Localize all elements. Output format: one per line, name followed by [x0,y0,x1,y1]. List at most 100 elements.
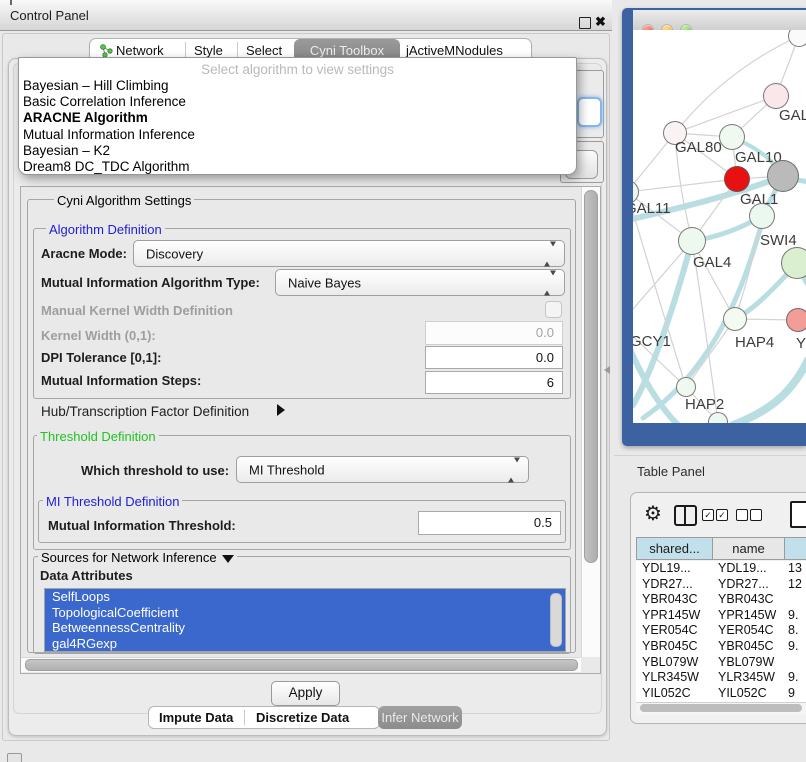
checked-box-icon[interactable]: ✓ [702,509,714,521]
collapse-arrow-icon[interactable] [222,555,234,563]
expand-arrow-icon[interactable] [277,404,285,416]
mi-threshold-field[interactable]: 0.5 [418,511,561,535]
network-node-gal1[interactable] [724,166,750,192]
column-header-shared[interactable]: shared... [636,537,713,560]
table-cell: YLR345W [636,670,712,686]
network-canvas[interactable]: GALGAL80GAL10GAL1GAL11GAL4SWI4GCY1HAP4YH… [633,30,806,423]
combo-arrows-icon [544,246,556,261]
network-node-gal10[interactable] [719,124,745,150]
aracne-mode-label: Aracne Mode: [41,246,127,261]
table-cell: 13 [784,561,806,577]
kernel-width-field[interactable]: 0.0 [425,321,563,345]
algorithm-option[interactable]: Bayesian – Hill Climbing [23,78,572,94]
manual-kernel-checkbox[interactable] [545,301,562,318]
table-body: YDL19...YDL19...13YDR27...YDR27...12YBR0… [636,561,806,702]
table-cell: YER054C [712,623,784,639]
algorithm-option[interactable]: Mutual Information Inference [23,127,572,143]
attribute-item[interactable]: BetweennessCentrality [45,620,565,636]
node-label: GAL11 [633,200,671,217]
hub-definition-label: Hub/Transcription Factor Definition [41,404,249,419]
column-header-name[interactable]: name [712,537,785,560]
tab-discretize-data[interactable]: Discretize Data [256,710,349,725]
minimized-panel-icon[interactable] [7,753,22,762]
table-hscrollbar-thumb[interactable] [640,704,802,712]
list-scrollbar-thumb[interactable] [550,593,562,647]
table-row[interactable]: YDR27...YDR27...12 [636,577,806,593]
network-node-y[interactable] [786,308,806,332]
table-cell: 9 [784,686,806,702]
bottom-tab-strip: Impute Data Discretize Data [148,706,380,729]
tab-separator [244,710,245,725]
mi-steps-field[interactable]: 6 [425,371,563,394]
network-node[interactable] [767,160,799,192]
algorithm-option[interactable]: Bayesian – K2 [23,143,572,159]
horizontal-scrollbar-thumb[interactable] [25,659,578,671]
table-cell: 9. [784,608,806,624]
network-node[interactable] [708,412,728,423]
aracne-mode-combobox[interactable]: Discovery [133,240,565,267]
table-cell: YIL052C [712,686,784,702]
table-row[interactable]: YBR043CYBR043C [636,592,806,608]
table-panel-title: Table Panel [637,464,705,479]
algorithm-option[interactable]: Basic Correlation Inference [23,94,572,110]
node-label: GAL80 [675,139,722,156]
table-row[interactable]: YER054CYER054C8. [636,623,806,639]
table-cell: YBL079W [636,655,712,671]
network-node-swi4[interactable] [781,247,806,279]
split-columns-icon[interactable] [674,505,697,526]
network-node[interactable] [788,30,806,47]
table-row[interactable]: YPR145WYPR145W9. [636,608,806,624]
mi-threshold-legend: MI Threshold Definition [43,494,182,509]
network-canvas-nodes: GALGAL80GAL10GAL1GAL11GAL4SWI4GCY1HAP4YH… [633,30,806,423]
close-icon[interactable]: ✖ [595,14,606,30]
tab-jactivemnodules[interactable]: jActiveMNodules [406,43,503,58]
algorithm-combobox-fragment[interactable] [577,97,602,127]
control-panel-titlebar[interactable]: Control Panel ✖ [0,0,612,31]
float-window-icon[interactable] [579,17,591,29]
splitpane-collapse-icon[interactable] [604,366,610,374]
table-cell: YBR045C [712,639,784,655]
panel-divider [614,455,806,456]
document-icon[interactable] [790,501,806,528]
table-cell: 12 [784,577,806,593]
mi-type-combobox[interactable]: Naive Bayes [275,269,565,296]
attribute-item[interactable]: TopologicalCoefficient [45,605,565,621]
unchecked-box-icon[interactable] [736,509,748,521]
dropdown-placeholder: Select algorithm to view settings [19,62,576,77]
network-window-titlebar[interactable] [633,10,806,31]
attribute-item[interactable]: gal4RGexp [45,636,565,652]
table-cell: 9. [784,670,806,686]
network-node[interactable] [749,203,775,229]
algorithm-dropdown-list: Bayesian – Hill ClimbingBasic Correlatio… [23,78,572,175]
data-attributes-label: Data Attributes [40,568,133,583]
apply-button[interactable]: Apply [271,681,340,706]
table-cell: YDL19... [636,561,712,577]
table-cell [784,592,806,608]
network-node-gal[interactable] [763,83,789,109]
column-header-partial[interactable]: A [784,537,806,560]
table-row[interactable]: YDL19...YDL19...13 [636,561,806,577]
algorithm-option[interactable]: ARACNE Algorithm [23,110,572,126]
gear-icon[interactable]: ⚙ [644,501,662,526]
tab-infer-network[interactable]: Infer Network [378,706,462,729]
which-threshold-combobox[interactable]: MI Threshold [236,456,529,483]
network-node-hap2[interactable] [676,377,696,397]
tab-network[interactable]: Network [116,43,164,58]
network-node-gal4[interactable] [678,227,706,255]
tab-style[interactable]: Style [194,43,223,58]
table-row[interactable]: YBR045CYBR045C9. [636,639,806,655]
dpi-tolerance-field[interactable]: 0.0 [425,346,563,369]
screen: Control Panel ✖ Network Style Select Cyn… [0,0,806,762]
table-row[interactable]: YLR345WYLR345W9. [636,670,806,686]
table-row[interactable]: YBL079WYBL079W [636,655,806,671]
unchecked-box-icon[interactable] [750,509,762,521]
panel-title: Control Panel [10,8,89,23]
vertical-scrollbar-thumb[interactable] [584,190,598,563]
network-node-hap4[interactable] [723,307,747,331]
tab-impute-data[interactable]: Impute Data [159,710,233,725]
tab-select[interactable]: Select [246,43,282,58]
table-row[interactable]: YIL052CYIL052C9 [636,686,806,702]
checked-box-icon[interactable]: ✓ [716,509,728,521]
algorithm-option[interactable]: Dream8 DC_TDC Algorithm [23,159,572,175]
attribute-item[interactable]: SelfLoops [45,589,565,605]
